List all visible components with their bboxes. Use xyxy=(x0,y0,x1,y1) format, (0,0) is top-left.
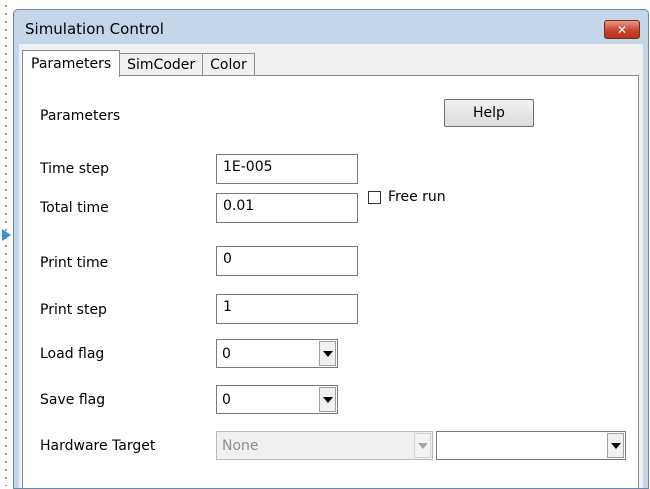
save-flag-value: 0 xyxy=(222,392,231,408)
dropdown-button xyxy=(414,433,431,458)
dropdown-button[interactable] xyxy=(607,433,624,458)
canvas-arrow-icon xyxy=(2,229,11,241)
dropdown-button[interactable] xyxy=(319,341,336,366)
free-run-checkbox[interactable] xyxy=(368,191,381,204)
total-time-label: Total time xyxy=(40,200,109,216)
chevron-down-icon xyxy=(322,396,333,403)
dropdown-button[interactable] xyxy=(319,387,336,412)
time-step-input[interactable]: 1E-005 xyxy=(216,154,358,184)
print-time-label: Print time xyxy=(40,255,109,271)
print-step-input[interactable]: 1 xyxy=(216,294,358,324)
hardware-target-label: Hardware Target xyxy=(40,438,156,454)
tab-parameters[interactable]: Parameters xyxy=(22,50,121,77)
simulation-control-dialog: Simulation Control ✕ Parameters SimCoder… xyxy=(13,9,649,489)
tab-strip: Parameters SimCoder Color xyxy=(22,50,255,77)
tab-simcoder[interactable]: SimCoder xyxy=(120,53,204,76)
save-flag-select[interactable]: 0 xyxy=(216,385,338,414)
help-button[interactable]: Help xyxy=(444,99,534,127)
tab-color[interactable]: Color xyxy=(203,53,255,76)
parameters-panel: Parameters Help Time step 1E-005 Total t… xyxy=(22,75,639,488)
close-button[interactable]: ✕ xyxy=(604,20,640,39)
print-time-input[interactable]: 0 xyxy=(216,246,358,276)
save-flag-label: Save flag xyxy=(40,392,106,408)
close-icon: ✕ xyxy=(616,22,628,37)
chevron-down-icon xyxy=(417,442,428,449)
load-flag-value: 0 xyxy=(222,346,231,362)
hardware-target-value: None xyxy=(222,438,259,454)
time-step-label: Time step xyxy=(40,161,109,177)
dialog-title: Simulation Control xyxy=(25,20,164,38)
section-label: Parameters xyxy=(40,108,121,124)
total-time-input[interactable]: 0.01 xyxy=(216,193,358,223)
load-flag-label: Load flag xyxy=(40,346,105,362)
print-step-label: Print step xyxy=(40,302,107,318)
title-bar[interactable]: Simulation Control ✕ xyxy=(14,10,648,44)
chevron-down-icon xyxy=(610,442,621,449)
hardware-target-secondary-select[interactable] xyxy=(436,431,626,460)
free-run-label[interactable]: Free run xyxy=(388,189,446,205)
dialog-client: Parameters SimCoder Color Parameters Hel… xyxy=(19,44,643,488)
load-flag-select[interactable]: 0 xyxy=(216,339,338,368)
chevron-down-icon xyxy=(322,350,333,357)
canvas-grid-dots xyxy=(0,0,8,486)
hardware-target-select: None xyxy=(216,431,433,460)
